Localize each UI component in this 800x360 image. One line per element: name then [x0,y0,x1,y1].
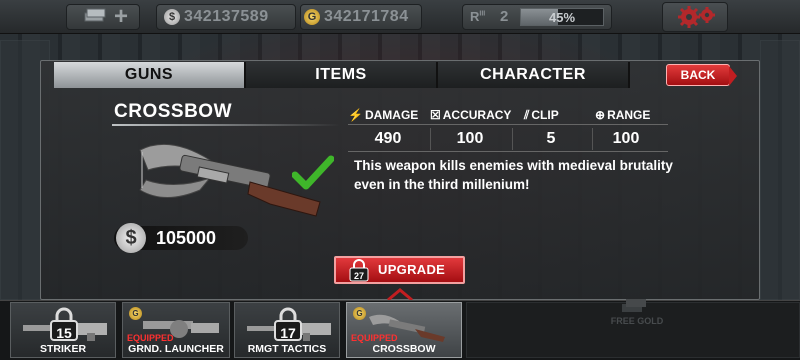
stat-damage-value: 490 [374,130,402,147]
weapon-price: 105000 [156,228,217,248]
stat-label: RANGE [607,108,651,122]
silver-amount: 342137589 [184,8,269,25]
settings-button[interactable] [662,2,728,32]
back-button[interactable]: BACK [666,64,737,86]
top-status-bar: + $ 342137589 G 342171784 RIII 2 45% [0,0,800,34]
weapon-slot-striker[interactable]: 15 STRIKER [10,302,116,358]
stat-separator [430,128,431,150]
stat-label: ACCURACY [442,108,512,122]
weapon-title: CROSSBOW [114,101,232,122]
stat-accuracy-value: 100 [456,130,484,147]
slot-label: STRIKER [39,343,87,355]
rank-number: 2 [500,8,509,25]
slot-label: RMGT TACTICS [247,343,327,355]
target-icon: ⊕ [595,108,606,122]
owned-checkmark-icon [292,155,334,190]
tab-guns[interactable]: GUNS [54,62,246,88]
silver-coin-icon: $ [164,9,180,25]
stat-damage-header: ⚡ DAMAGE [348,108,418,122]
tab-character[interactable]: CHARACTER [438,62,630,88]
category-tabs: GUNS ITEMS CHARACTER [54,62,654,88]
weapon-slot-crossbow[interactable]: G EQUIPPED CROSSBOW [346,302,462,358]
stat-clip-value: 5 [546,130,556,147]
cash-stack-icon [622,299,646,312]
equipped-badge: EQUIPPED [351,333,398,343]
stat-clip-header: ⫽ CLIP [524,108,559,123]
lightning-icon: ⚡ [348,108,363,122]
upgrade-label: UPGRADE [378,262,446,277]
lock-icon: 27 [349,259,369,282]
slot-lock-level: 15 [56,325,72,341]
stats-divider-bottom [348,151,668,152]
stat-accuracy-header: ☒ ACCURACY [430,108,511,122]
title-divider [112,124,340,126]
gears-icon [678,6,715,28]
xp-progress-bar: 45% [520,8,604,26]
stat-range-value: 100 [612,130,640,147]
gold-amount: 342171784 [324,8,409,25]
stat-range-header: ⊕ RANGE [595,108,650,122]
rank-icon: RIII [470,9,485,24]
rank-letter: R [470,9,480,24]
cash-stack-icon [84,8,106,22]
plus-icon: + [114,3,129,30]
crosshair-x-icon: ☒ [430,108,441,122]
xp-percent: 45% [548,10,576,25]
stats-divider-top [348,124,668,125]
rank-superscript: III [479,10,486,18]
gold-coin-icon: G [304,9,320,25]
upgrade-lock-level: 27 [354,271,364,281]
weapon-description: This weapon kills enemies with medieval … [354,158,673,192]
silver-coin-icon: $ [116,223,146,253]
stat-separator [512,128,513,150]
slot-label: CROSSBOW [372,343,436,355]
tab-items[interactable]: ITEMS [246,62,438,88]
free-gold-label: FREE GOLD [610,316,664,326]
weapon-slot-grenade-launcher[interactable]: G EQUIPPED GRND. LAUNCHER [122,302,230,358]
slot-label: GRND. LAUNCHER [128,343,224,355]
stat-label: DAMAGE [364,108,419,122]
stat-label: CLIP [531,108,559,122]
slot-lock-level: 17 [280,325,296,341]
equipped-badge: EQUIPPED [127,333,174,343]
weapon-slot-rmgt-tactics[interactable]: 17 RMGT TACTICS [234,302,340,358]
clip-icon: ⫽ [524,108,530,122]
